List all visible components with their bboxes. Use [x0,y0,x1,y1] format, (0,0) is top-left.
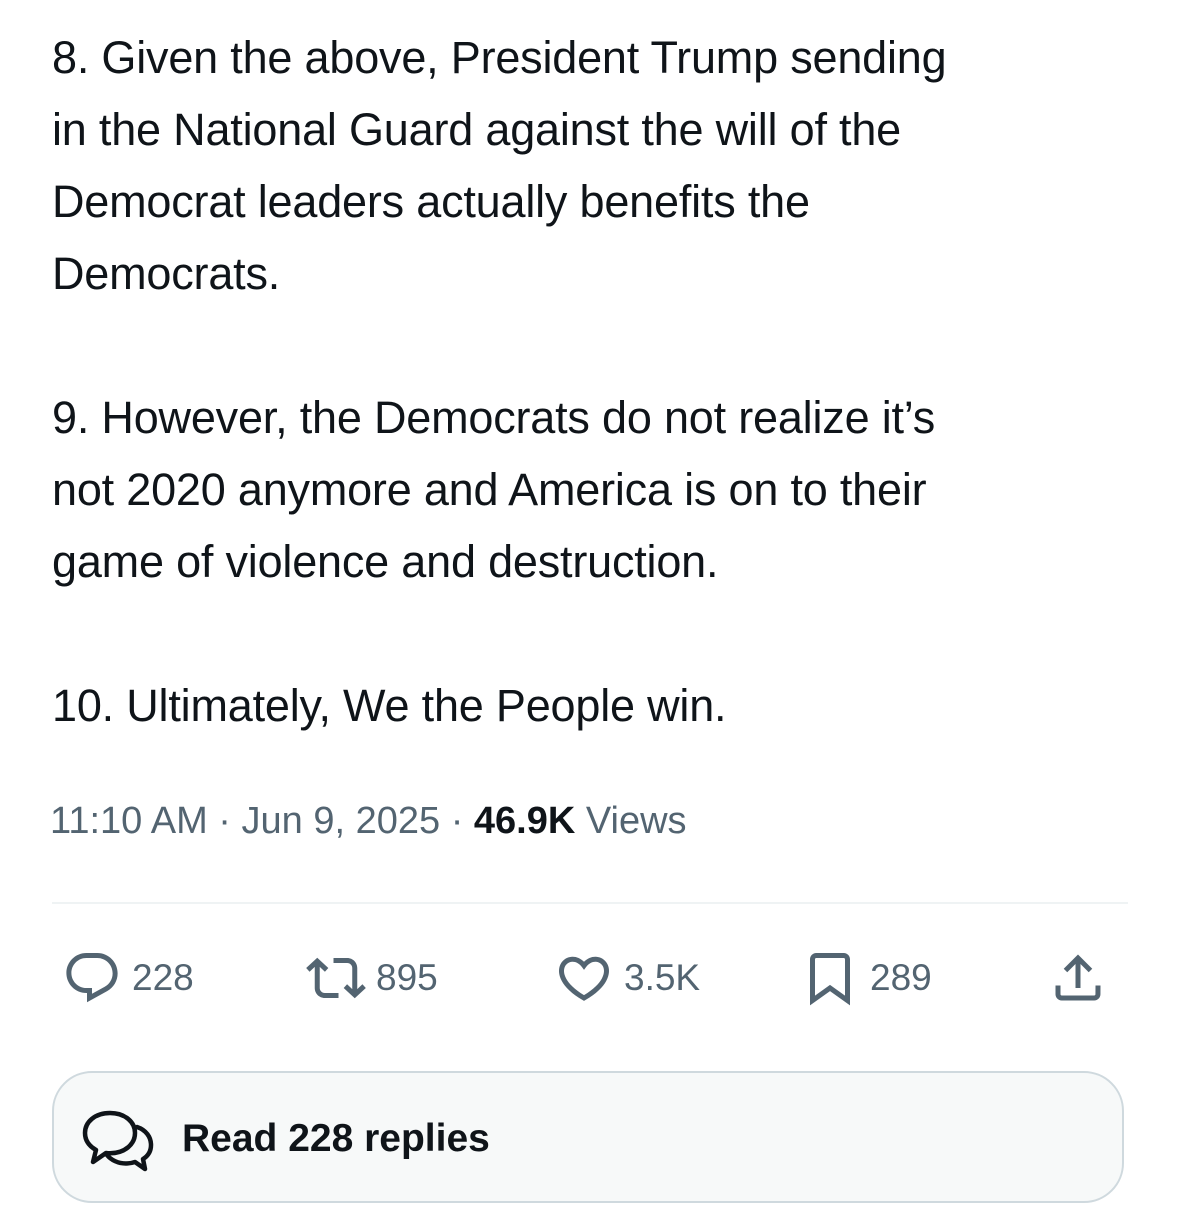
views-label: Views [585,800,687,842]
share-button[interactable] [1048,948,1108,1008]
tweet-text: 8. Given the above, President Trump send… [52,22,1142,742]
read-replies-button[interactable]: Read 228 replies [52,1071,1124,1203]
bookmark-count: 289 [870,957,932,998]
bookmark-icon [800,948,860,1008]
tweet-time[interactable]: 11:10 AM [50,800,208,842]
repost-count: 895 [376,957,438,998]
views-count[interactable]: 46.9K [474,800,575,842]
tweet-metadata: 11:10 AM · Jun 9, 2025 · 46.9K Views [50,795,687,847]
heart-icon [554,948,614,1008]
tweet-paragraph-10: 10. Ultimately, We the People win. [52,680,727,731]
like-button[interactable]: 3.5K [554,948,700,1008]
conversation-bubbles-icon [80,1107,156,1175]
repost-icon [306,948,366,1008]
divider [52,902,1128,904]
reply-icon [62,948,122,1008]
tweet-paragraph-8: 8. Given the above, President Trump send… [52,32,947,299]
reply-button[interactable]: 228 [62,948,194,1008]
bookmark-button[interactable]: 289 [800,948,932,1008]
meta-separator: · [450,800,464,842]
share-icon [1048,948,1108,1008]
tweet-paragraph-9: 9. However, the Democrats do not realize… [52,392,936,587]
repost-button[interactable]: 895 [306,948,438,1008]
meta-separator: · [218,800,231,842]
read-replies-label: Read 228 replies [182,1117,490,1160]
like-count: 3.5K [624,957,701,998]
reply-count: 228 [132,957,194,998]
tweet-date[interactable]: Jun 9, 2025 [242,800,441,842]
